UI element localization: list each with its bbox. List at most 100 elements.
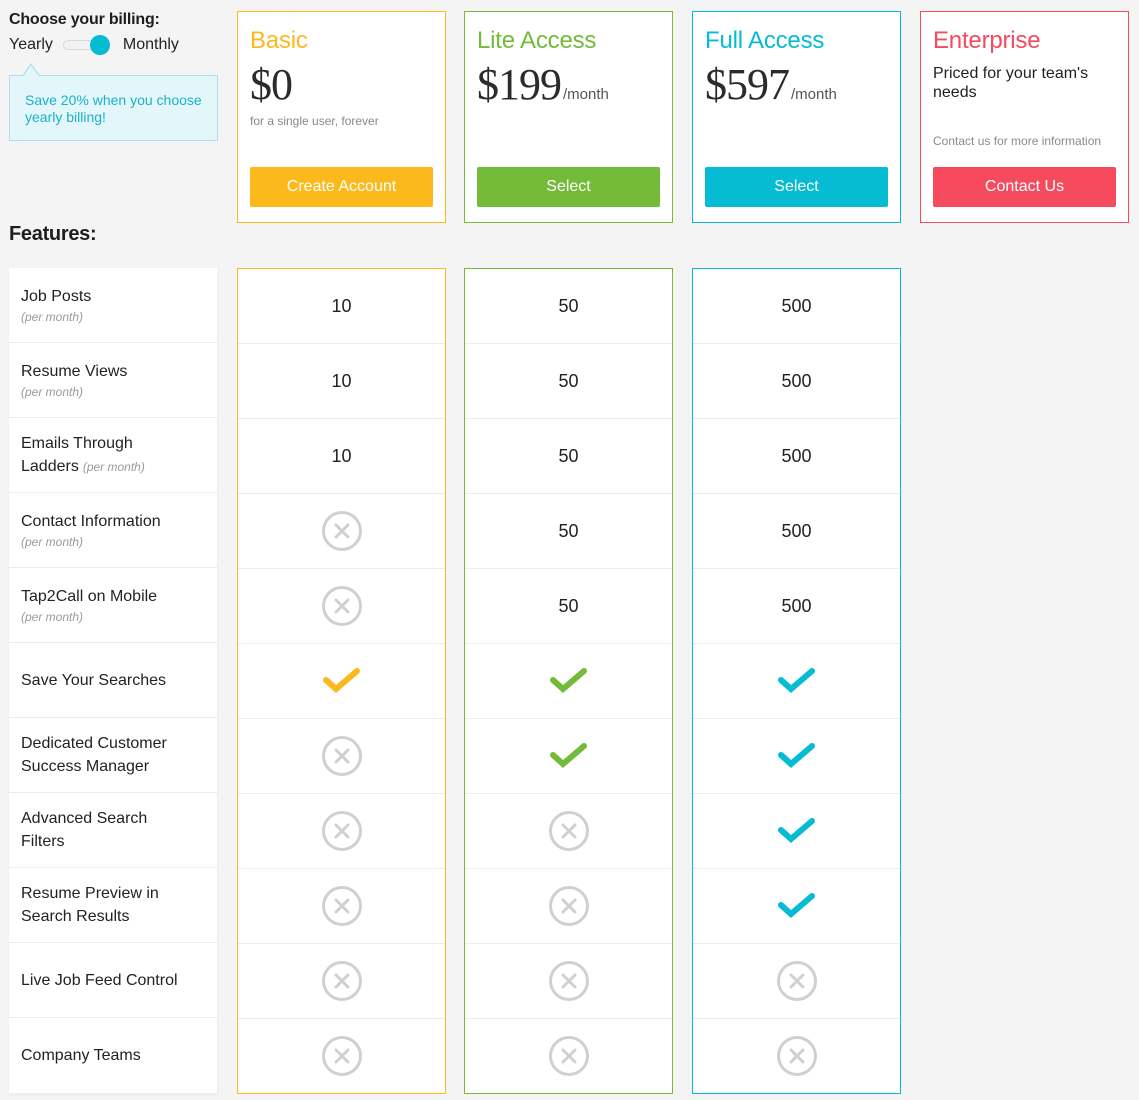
not-included-icon bbox=[321, 736, 362, 776]
feature-list: Job Posts (per month) Resume Views (per mon… bbox=[9, 268, 217, 1093]
not-included-icon bbox=[321, 586, 362, 626]
feature-value-cell bbox=[693, 944, 900, 1019]
create-account-button[interactable]: Create Account bbox=[250, 167, 433, 207]
not-included-icon bbox=[321, 511, 362, 551]
included-check-icon bbox=[549, 668, 587, 693]
included-check-icon bbox=[777, 818, 815, 843]
feature-value-cell: 50 bbox=[465, 419, 672, 494]
plan-price: $597 bbox=[705, 60, 790, 109]
plan-contact-note: Contact us for more information bbox=[933, 134, 1102, 148]
billing-title: Choose your billing: bbox=[9, 11, 160, 28]
feature-value: 500 bbox=[781, 295, 812, 316]
plan-price-row: $199 /month bbox=[477, 60, 660, 110]
feature-value-cell: 50 bbox=[465, 569, 672, 644]
feature-value-cell bbox=[693, 869, 900, 944]
feature-value-cell bbox=[238, 569, 445, 644]
billing-option-yearly[interactable]: Yearly bbox=[9, 35, 53, 55]
included-check-icon bbox=[777, 893, 815, 918]
feature-value-cell bbox=[238, 719, 445, 794]
feature-value-cell: 500 bbox=[693, 419, 900, 494]
not-included-icon bbox=[321, 961, 362, 1001]
plan-card-enterprise: Enterprise Priced for your team's needs … bbox=[920, 11, 1129, 223]
feature-value: 50 bbox=[558, 370, 579, 391]
feature-value-cell bbox=[465, 1019, 672, 1093]
feature-row: Job Posts (per month) bbox=[9, 268, 217, 343]
select-full-access-button[interactable]: Select bbox=[705, 167, 888, 207]
not-included-icon bbox=[548, 961, 589, 1001]
feature-value: 50 bbox=[558, 445, 579, 466]
feature-value-cell bbox=[465, 644, 672, 719]
feature-label: Save Your Searches bbox=[21, 671, 166, 689]
feature-label: Tap2Call on Mobile bbox=[21, 587, 158, 605]
feature-value-cell: 500 bbox=[693, 494, 900, 569]
feature-value-cell: 10 bbox=[238, 419, 445, 494]
feature-row: Emails Through Ladders (per month) bbox=[9, 418, 217, 493]
feature-row: Save Your Searches bbox=[9, 643, 217, 718]
feature-label: Company Teams bbox=[21, 1047, 141, 1064]
feature-value-cell: 500 bbox=[693, 344, 900, 419]
plan-subtitle: for a single user, forever bbox=[250, 114, 379, 128]
feature-label: Job Posts bbox=[21, 287, 92, 305]
billing-chooser: Choose your billing: Yearly Monthly Save… bbox=[9, 10, 218, 141]
feature-row: Dedicated Customer Success Manager bbox=[9, 718, 217, 793]
yearly-savings-tooltip: Save 20% when you choose yearly billing! bbox=[9, 63, 218, 141]
not-included-icon bbox=[548, 886, 589, 926]
plan-price: $0 bbox=[250, 60, 293, 109]
basic-feature-values: 10 10 10 bbox=[237, 268, 446, 1094]
feature-row: Live Job Feed Control bbox=[9, 943, 217, 1018]
not-included-icon bbox=[321, 1036, 362, 1076]
plan-name: Full Access bbox=[705, 27, 825, 54]
plan-name: Basic bbox=[250, 27, 308, 54]
feature-label: Advanced Search Filters bbox=[21, 810, 148, 850]
feature-row: Advanced Search Filters bbox=[9, 793, 217, 868]
feature-value-cell bbox=[465, 794, 672, 869]
feature-value-cell bbox=[693, 1019, 900, 1093]
feature-value-cell: 50 bbox=[465, 344, 672, 419]
lite-access-feature-values: 50 50 50 50 50 bbox=[464, 268, 673, 1094]
billing-toggle-switch[interactable] bbox=[62, 35, 115, 55]
plan-period: /month bbox=[563, 86, 609, 103]
feature-value-cell bbox=[465, 944, 672, 1019]
billing-option-monthly[interactable]: Monthly bbox=[123, 35, 179, 55]
feature-value-cell bbox=[465, 869, 672, 944]
feature-value-cell bbox=[238, 494, 445, 569]
feature-note: (per month) bbox=[21, 309, 84, 324]
not-included-icon bbox=[776, 1036, 817, 1076]
not-included-icon bbox=[548, 1036, 589, 1076]
plan-name: Enterprise bbox=[933, 27, 1041, 54]
feature-value-cell: 500 bbox=[693, 269, 900, 344]
feature-value-cell bbox=[693, 719, 900, 794]
not-included-icon bbox=[548, 811, 589, 851]
included-check-icon bbox=[322, 668, 360, 693]
select-lite-access-button[interactable]: Select bbox=[477, 167, 660, 207]
feature-value-cell: 50 bbox=[465, 269, 672, 344]
full-access-feature-values: 500 500 500 500 500 bbox=[692, 268, 901, 1094]
feature-label: Dedicated Customer Success Manager bbox=[21, 735, 167, 775]
feature-row: Tap2Call on Mobile (per month) bbox=[9, 568, 217, 643]
feature-value-cell: 50 bbox=[465, 494, 672, 569]
feature-value-cell: 10 bbox=[238, 269, 445, 344]
feature-value: 50 bbox=[558, 295, 579, 316]
not-included-icon bbox=[321, 811, 362, 851]
plan-description: Priced for your team's needs bbox=[933, 65, 1089, 101]
toggle-knob[interactable] bbox=[89, 35, 110, 55]
feature-value-cell bbox=[238, 794, 445, 869]
included-check-icon bbox=[777, 668, 815, 693]
plan-price: $199 bbox=[477, 60, 562, 109]
feature-value-cell bbox=[465, 719, 672, 794]
not-included-icon bbox=[321, 886, 362, 926]
feature-row: Company Teams bbox=[9, 1018, 217, 1093]
plan-card-full-access: Full Access $597 /month Select bbox=[692, 11, 901, 223]
feature-value: 500 bbox=[781, 370, 812, 391]
contact-us-button[interactable]: Contact Us bbox=[933, 167, 1116, 207]
feature-label: Contact Information bbox=[21, 512, 161, 530]
feature-value: 50 bbox=[558, 595, 579, 616]
tooltip-text: Save 20% when you choose yearly billing! bbox=[25, 92, 202, 125]
included-check-icon bbox=[777, 743, 815, 768]
not-included-icon bbox=[776, 961, 817, 1001]
feature-value: 500 bbox=[781, 445, 812, 466]
feature-value-cell bbox=[238, 944, 445, 1019]
feature-value-cell: 500 bbox=[693, 569, 900, 644]
feature-row: Contact Information (per month) bbox=[9, 493, 217, 568]
feature-value-cell bbox=[693, 794, 900, 869]
